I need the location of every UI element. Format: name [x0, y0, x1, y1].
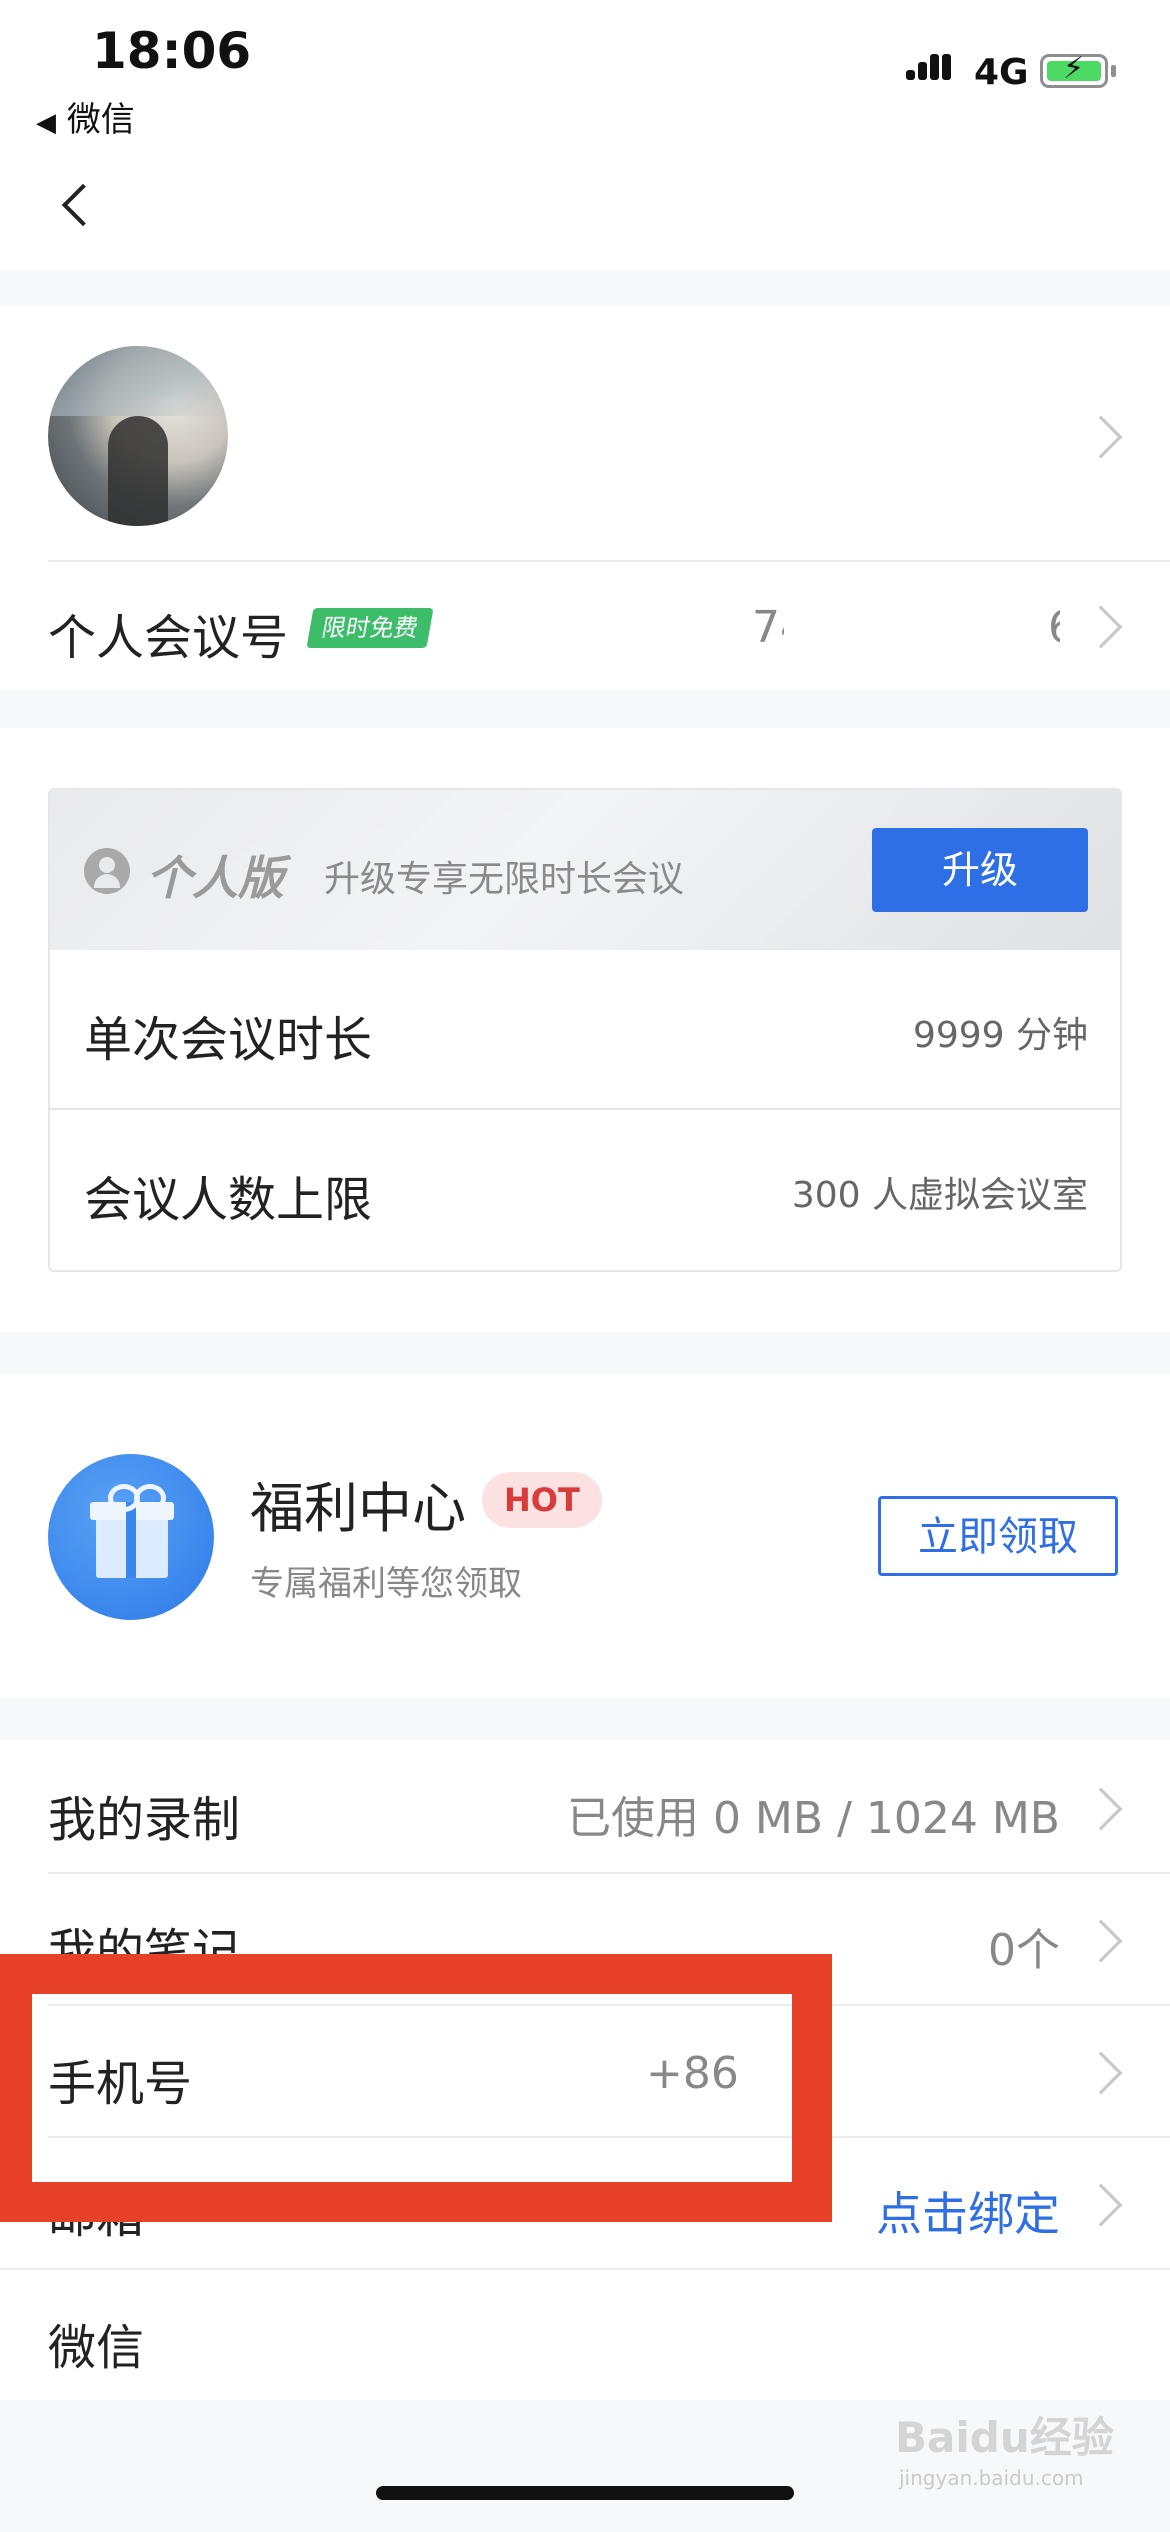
user-badge-icon — [84, 848, 130, 894]
network-type: 4G — [974, 52, 1029, 93]
meeting-id-row[interactable]: 个人会议号 限时免费 74 6 — [0, 562, 1170, 690]
plan-row-duration: 单次会议时长 9999 分钟 — [50, 950, 1120, 1110]
benefits-subtitle: 专属福利等您领取 — [250, 1564, 522, 1604]
watermark-subtext: jingyan.baidu.com — [899, 2466, 1084, 2490]
upgrade-button[interactable]: 升级 — [872, 828, 1088, 912]
email-bind-link[interactable]: 点击绑定 — [876, 2178, 1060, 2244]
recording-value: 已使用 0 MB / 1024 MB — [566, 1793, 1060, 1844]
home-indicator[interactable] — [376, 2486, 794, 2500]
recording-chevron-icon — [1079, 1787, 1123, 1831]
plan-card: 个人版 升级专享无限时长会议 升级 单次会议时长 9999 分钟 会议人数上限 … — [48, 788, 1122, 1272]
recording-label: 我的录制 — [48, 1792, 241, 1848]
wechat-label: 微信 — [48, 2320, 145, 2376]
meeting-id-chevron-icon — [1079, 605, 1123, 649]
profile-chevron-icon — [1079, 415, 1123, 459]
email-chevron-icon — [1079, 2183, 1123, 2227]
recording-row[interactable]: 我的录制 已使用 0 MB / 1024 MB — [0, 1740, 1170, 1872]
notes-value: 0个 — [988, 1925, 1060, 1976]
annotation-frame — [0, 1954, 832, 2222]
claim-button[interactable]: 立即领取 — [878, 1496, 1118, 1576]
status-bar: 18:06 ◀ 微信 4G ⚡ — [0, 0, 1170, 270]
back-to-app-link[interactable]: ◀ 微信 — [36, 92, 135, 141]
meeting-id-value-start: 74 — [752, 602, 784, 653]
duration-label: 单次会议时长 — [84, 1012, 373, 1068]
plan-description: 升级专享无限时长会议 — [324, 859, 685, 900]
avatar[interactable] — [48, 346, 228, 526]
plan-header: 个人版 升级专享无限时长会议 升级 — [50, 790, 1120, 950]
watermark-text: Baidu经验 — [895, 2413, 1114, 2462]
battery-icon: ⚡ — [1040, 51, 1116, 88]
plan-row-capacity: 会议人数上限 300 人虚拟会议室 — [50, 1110, 1120, 1270]
meeting-id-label: 个人会议号 — [48, 610, 289, 666]
wechat-row[interactable]: 微信 — [0, 2270, 1170, 2400]
benefits-section: 福利中心 HOT 专属福利等您领取 立即领取 — [0, 1374, 1170, 1698]
nav-back-button[interactable] — [54, 176, 114, 236]
signal-icon — [906, 54, 960, 94]
back-app-label: 微信 — [66, 100, 135, 140]
plan-name: 个人版 — [146, 851, 284, 905]
meeting-id-value-end: 6 — [1048, 602, 1060, 653]
free-badge: 限时免费 — [306, 608, 434, 648]
benefits-title: 福利中心 — [250, 1477, 466, 1540]
plan-section: 个人版 升级专享无限时长会议 升级 单次会议时长 9999 分钟 会议人数上限 … — [0, 728, 1170, 1332]
duration-value: 9999 分钟 — [912, 1015, 1088, 1056]
capacity-label: 会议人数上限 — [84, 1172, 373, 1228]
hot-badge: HOT — [482, 1472, 602, 1528]
phone-chevron-icon — [1079, 2051, 1123, 2095]
gift-icon — [48, 1454, 214, 1620]
status-time: 18:06 — [92, 22, 252, 80]
profile-section: 个人会议号 限时免费 74 6 — [0, 306, 1170, 690]
watermark-logo: Baidu经验 jingyan.baidu.com — [895, 2392, 1135, 2502]
back-triangle-icon: ◀ — [36, 108, 56, 138]
notes-chevron-icon — [1079, 1919, 1123, 1963]
capacity-value: 300 人虚拟会议室 — [791, 1175, 1088, 1216]
chevron-left-icon — [61, 183, 105, 227]
